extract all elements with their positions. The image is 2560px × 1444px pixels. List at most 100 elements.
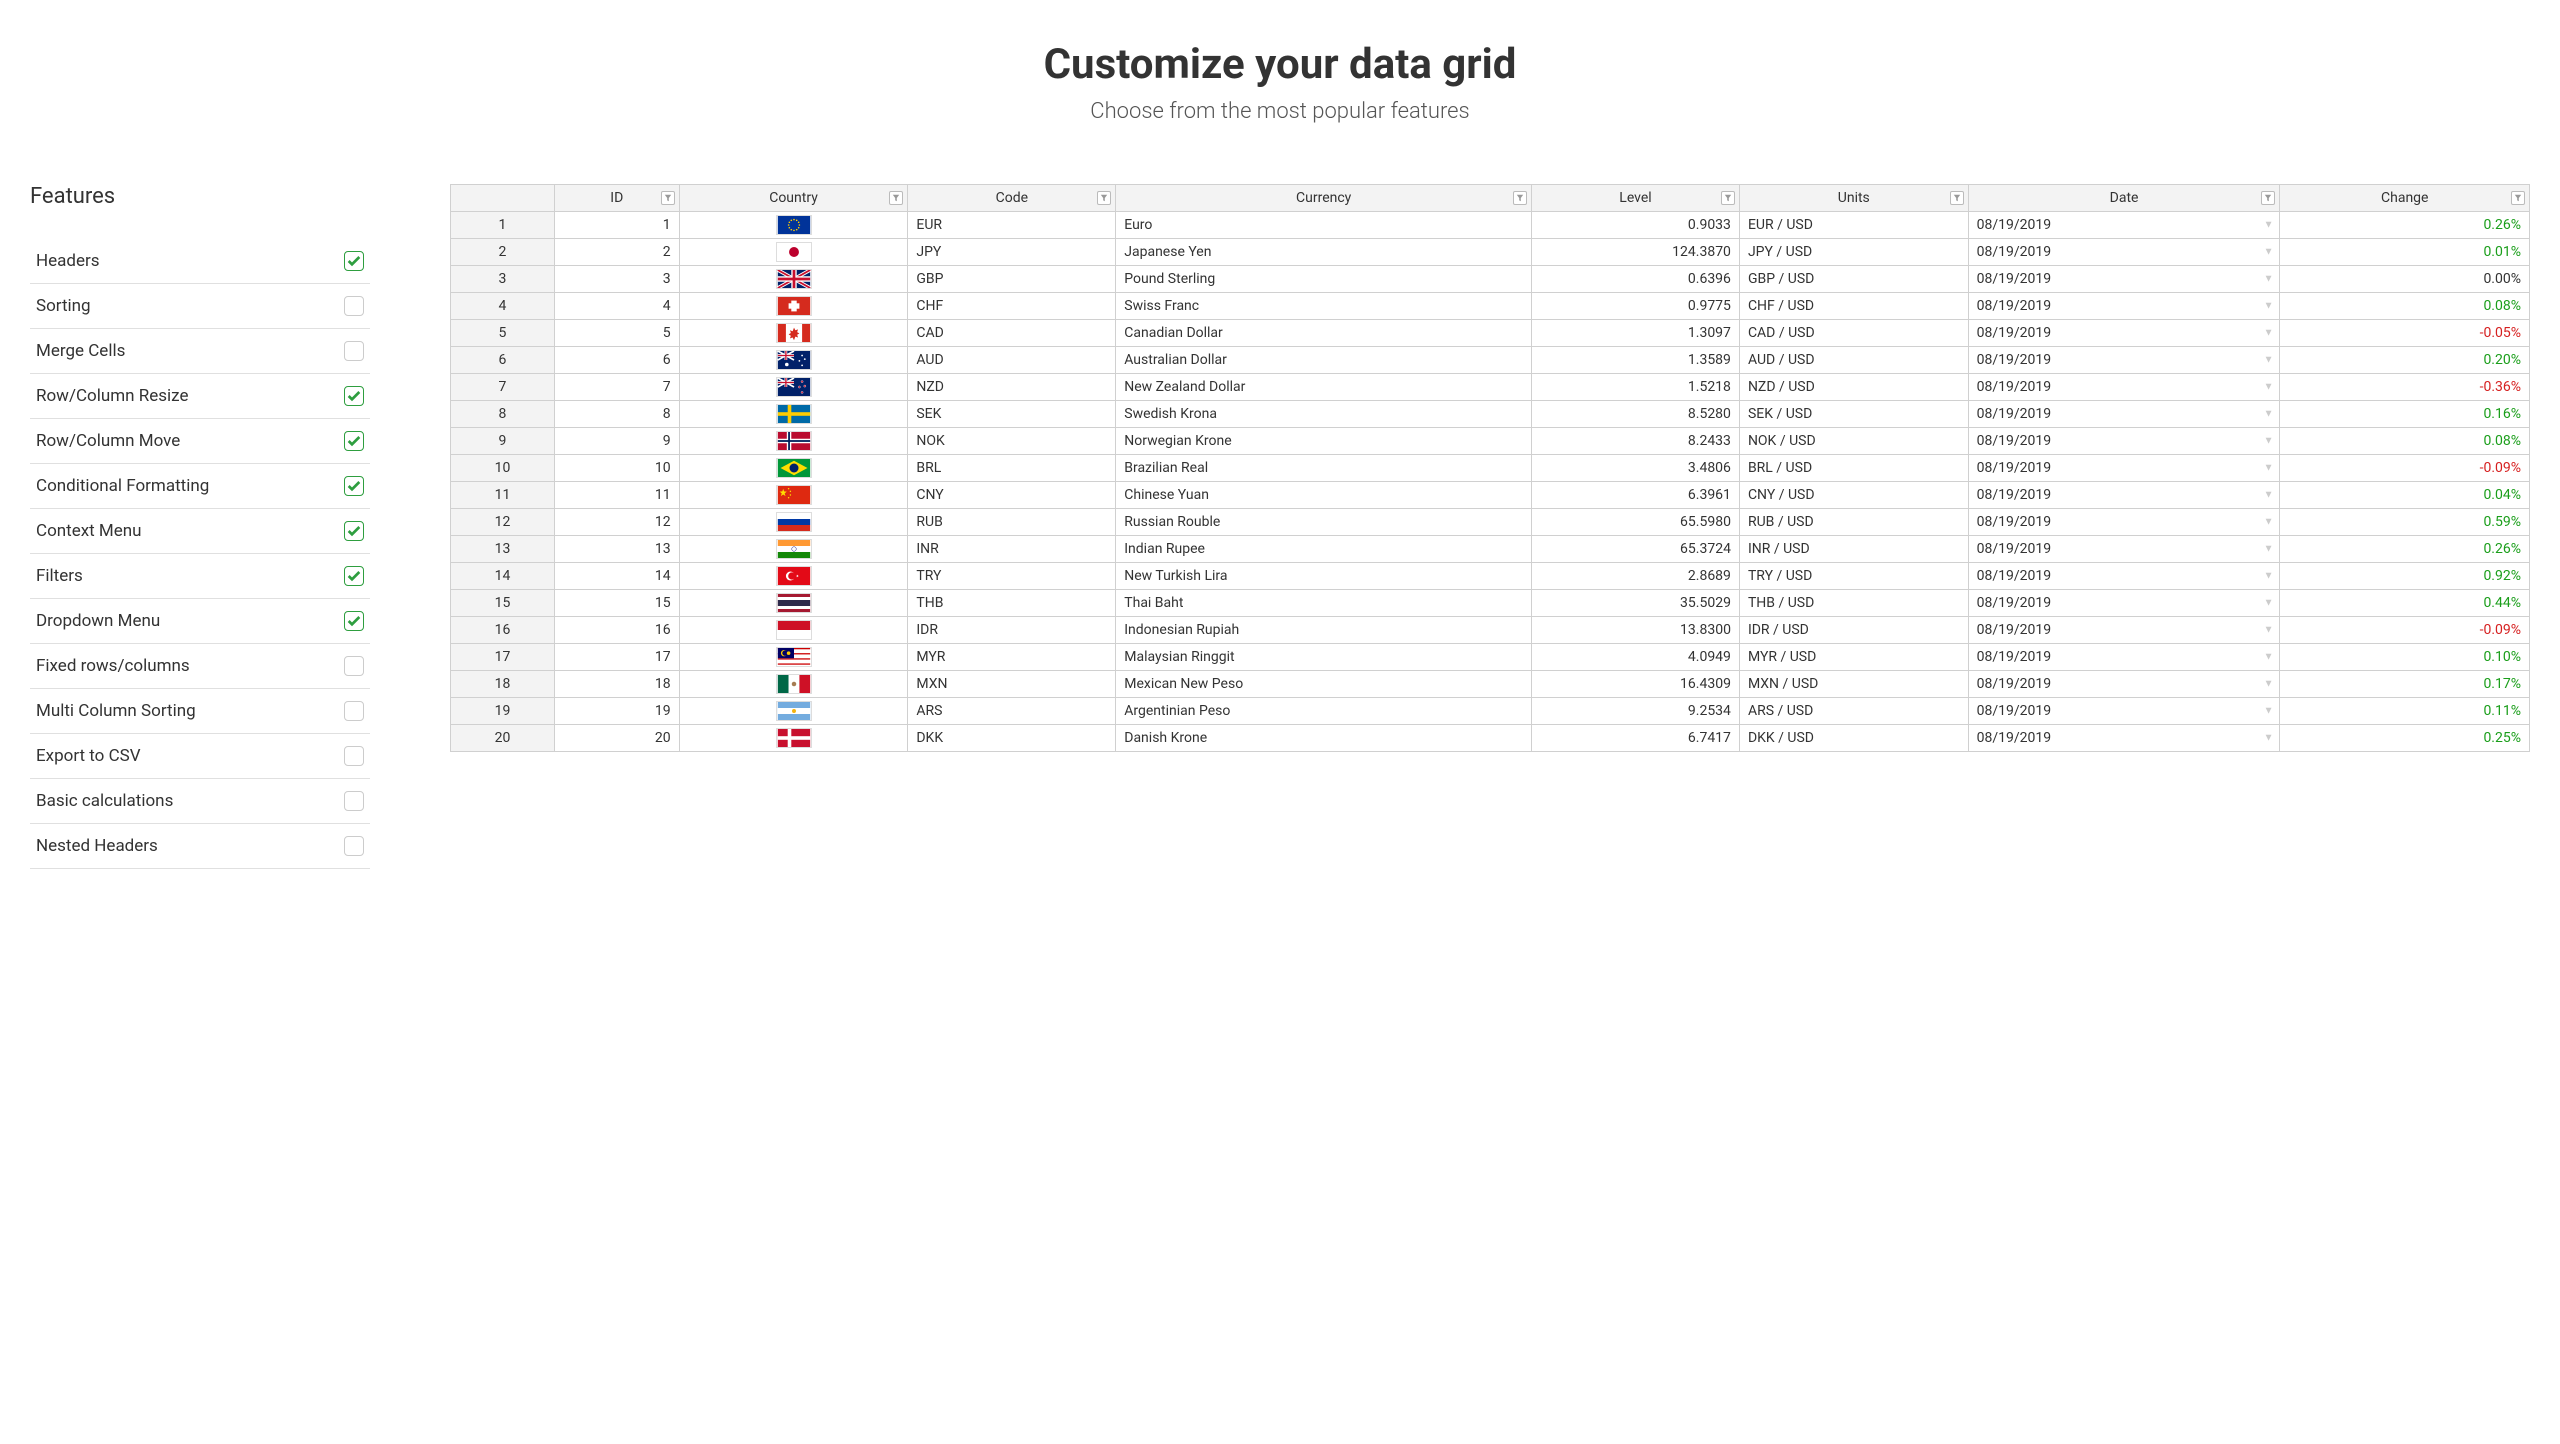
column-header-level[interactable]: Level xyxy=(1532,185,1740,212)
table-row[interactable]: 88SEKSwedish Krona8.5280SEK / USD08/19/2… xyxy=(451,401,2530,428)
cell-currency[interactable]: Japanese Yen xyxy=(1116,239,1532,266)
table-row[interactable]: 1313INRIndian Rupee65.3724INR / USD08/19… xyxy=(451,536,2530,563)
cell-units[interactable]: CAD / USD xyxy=(1739,320,1968,347)
column-filter-icon[interactable] xyxy=(1097,191,1111,205)
table-row[interactable]: 1818MXNMexican New Peso16.4309MXN / USD0… xyxy=(451,671,2530,698)
cell-date[interactable]: 08/19/2019▼ xyxy=(1968,644,2280,671)
cell-currency[interactable]: Chinese Yuan xyxy=(1116,482,1532,509)
cell-code[interactable]: SEK xyxy=(908,401,1116,428)
cell-level[interactable]: 2.8689 xyxy=(1532,563,1740,590)
cell-units[interactable]: MYR / USD xyxy=(1739,644,1968,671)
cell-currency[interactable]: Brazilian Real xyxy=(1116,455,1532,482)
cell-code[interactable]: THB xyxy=(908,590,1116,617)
cell-id[interactable]: 3 xyxy=(554,266,679,293)
column-header-change[interactable]: Change xyxy=(2280,185,2530,212)
cell-code[interactable]: BRL xyxy=(908,455,1116,482)
cell-units[interactable]: RUB / USD xyxy=(1739,509,1968,536)
feature-toggle-headers[interactable]: Headers xyxy=(30,239,370,284)
cell-country-flag[interactable] xyxy=(679,293,908,320)
cell-change[interactable]: 0.08% xyxy=(2280,428,2530,455)
table-row[interactable]: 33GBPPound Sterling0.6396GBP / USD08/19/… xyxy=(451,266,2530,293)
cell-id[interactable]: 4 xyxy=(554,293,679,320)
cell-level[interactable]: 65.5980 xyxy=(1532,509,1740,536)
cell-units[interactable]: THB / USD xyxy=(1739,590,1968,617)
cell-level[interactable]: 124.3870 xyxy=(1532,239,1740,266)
cell-id[interactable]: 17 xyxy=(554,644,679,671)
cell-level[interactable]: 6.3961 xyxy=(1532,482,1740,509)
table-row[interactable]: 1111CNYChinese Yuan6.3961CNY / USD08/19/… xyxy=(451,482,2530,509)
cell-level[interactable]: 1.3097 xyxy=(1532,320,1740,347)
cell-country-flag[interactable] xyxy=(679,563,908,590)
cell-date[interactable]: 08/19/2019▼ xyxy=(1968,374,2280,401)
cell-units[interactable]: NOK / USD xyxy=(1739,428,1968,455)
feature-toggle-basic-calculations[interactable]: Basic calculations xyxy=(30,779,370,824)
cell-change[interactable]: 0.08% xyxy=(2280,293,2530,320)
cell-id[interactable]: 20 xyxy=(554,725,679,752)
table-row[interactable]: 44CHFSwiss Franc0.9775CHF / USD08/19/201… xyxy=(451,293,2530,320)
feature-toggle-multi-column-sorting[interactable]: Multi Column Sorting xyxy=(30,689,370,734)
cell-country-flag[interactable] xyxy=(679,428,908,455)
cell-level[interactable]: 1.3589 xyxy=(1532,347,1740,374)
row-header[interactable]: 17 xyxy=(451,644,555,671)
cell-code[interactable]: CHF xyxy=(908,293,1116,320)
cell-code[interactable]: AUD xyxy=(908,347,1116,374)
column-header-country[interactable]: Country xyxy=(679,185,908,212)
cell-date[interactable]: 08/19/2019▼ xyxy=(1968,482,2280,509)
feature-toggle-sorting[interactable]: Sorting xyxy=(30,284,370,329)
cell-change[interactable]: 0.20% xyxy=(2280,347,2530,374)
cell-code[interactable]: ARS xyxy=(908,698,1116,725)
row-header[interactable]: 12 xyxy=(451,509,555,536)
cell-change[interactable]: -0.05% xyxy=(2280,320,2530,347)
cell-change[interactable]: 0.25% xyxy=(2280,725,2530,752)
table-row[interactable]: 77NZDNew Zealand Dollar1.5218NZD / USD08… xyxy=(451,374,2530,401)
cell-currency[interactable]: Indian Rupee xyxy=(1116,536,1532,563)
cell-units[interactable]: TRY / USD xyxy=(1739,563,1968,590)
cell-date[interactable]: 08/19/2019▼ xyxy=(1968,563,2280,590)
cell-level[interactable]: 65.3724 xyxy=(1532,536,1740,563)
table-row[interactable]: 1414TRYNew Turkish Lira2.8689TRY / USD08… xyxy=(451,563,2530,590)
cell-units[interactable]: ARS / USD xyxy=(1739,698,1968,725)
column-header-currency[interactable]: Currency xyxy=(1116,185,1532,212)
cell-id[interactable]: 10 xyxy=(554,455,679,482)
row-header[interactable]: 15 xyxy=(451,590,555,617)
cell-id[interactable]: 11 xyxy=(554,482,679,509)
cell-id[interactable]: 2 xyxy=(554,239,679,266)
cell-level[interactable]: 16.4309 xyxy=(1532,671,1740,698)
cell-date[interactable]: 08/19/2019▼ xyxy=(1968,347,2280,374)
cell-level[interactable]: 0.9033 xyxy=(1532,212,1740,239)
cell-country-flag[interactable] xyxy=(679,482,908,509)
cell-currency[interactable]: Swedish Krona xyxy=(1116,401,1532,428)
cell-change[interactable]: 0.92% xyxy=(2280,563,2530,590)
cell-country-flag[interactable] xyxy=(679,320,908,347)
cell-units[interactable]: SEK / USD xyxy=(1739,401,1968,428)
cell-date[interactable]: 08/19/2019▼ xyxy=(1968,293,2280,320)
cell-units[interactable]: BRL / USD xyxy=(1739,455,1968,482)
cell-id[interactable]: 8 xyxy=(554,401,679,428)
cell-id[interactable]: 5 xyxy=(554,320,679,347)
cell-country-flag[interactable] xyxy=(679,239,908,266)
cell-level[interactable]: 0.6396 xyxy=(1532,266,1740,293)
cell-date[interactable]: 08/19/2019▼ xyxy=(1968,671,2280,698)
cell-level[interactable]: 3.4806 xyxy=(1532,455,1740,482)
cell-currency[interactable]: New Zealand Dollar xyxy=(1116,374,1532,401)
column-filter-icon[interactable] xyxy=(661,191,675,205)
cell-country-flag[interactable] xyxy=(679,644,908,671)
cell-change[interactable]: 0.11% xyxy=(2280,698,2530,725)
cell-country-flag[interactable] xyxy=(679,266,908,293)
cell-change[interactable]: 0.26% xyxy=(2280,212,2530,239)
cell-change[interactable]: 0.59% xyxy=(2280,509,2530,536)
feature-toggle-fixed-rows-columns[interactable]: Fixed rows/columns xyxy=(30,644,370,689)
row-header[interactable]: 16 xyxy=(451,617,555,644)
feature-toggle-filters[interactable]: Filters xyxy=(30,554,370,599)
cell-code[interactable]: NOK xyxy=(908,428,1116,455)
table-row[interactable]: 66AUDAustralian Dollar1.3589AUD / USD08/… xyxy=(451,347,2530,374)
cell-country-flag[interactable] xyxy=(679,509,908,536)
row-header[interactable]: 14 xyxy=(451,563,555,590)
row-header[interactable]: 6 xyxy=(451,347,555,374)
cell-units[interactable]: CNY / USD xyxy=(1739,482,1968,509)
cell-id[interactable]: 12 xyxy=(554,509,679,536)
row-header[interactable]: 20 xyxy=(451,725,555,752)
cell-country-flag[interactable] xyxy=(679,374,908,401)
cell-code[interactable]: EUR xyxy=(908,212,1116,239)
cell-units[interactable]: EUR / USD xyxy=(1739,212,1968,239)
